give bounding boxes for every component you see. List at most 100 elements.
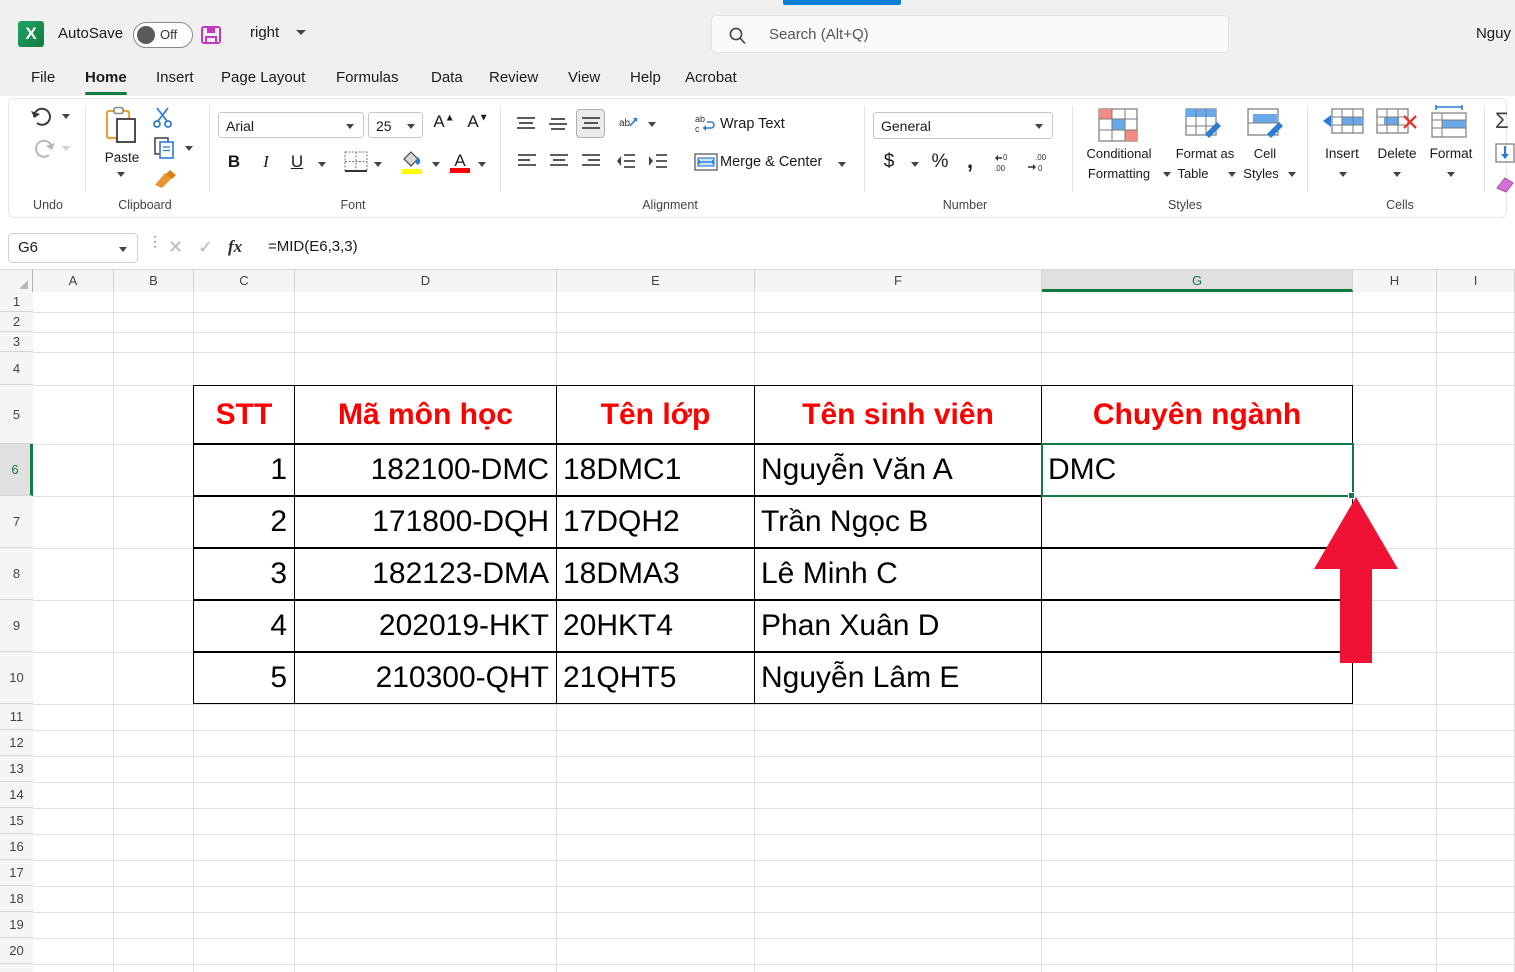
row-header-5[interactable]: 5: [0, 385, 33, 444]
column-header-d[interactable]: D: [295, 270, 557, 292]
tab-data[interactable]: Data: [422, 65, 472, 90]
cell-styles-button-line1[interactable]: Cell: [1236, 146, 1294, 161]
chevron-down-icon[interactable]: [296, 30, 306, 35]
column-header-b[interactable]: B: [114, 270, 194, 292]
table-row[interactable]: Phan Xuân D: [754, 600, 1042, 652]
currency-dropdown-chevron-icon[interactable]: [911, 162, 919, 167]
undo-icon[interactable]: [28, 104, 58, 135]
fill-down-icon[interactable]: [1495, 143, 1515, 168]
column-header-h[interactable]: H: [1353, 270, 1437, 292]
spreadsheet-grid[interactable]: STT Mã môn học Tên lớp Tên sinh viên Chu…: [0, 270, 1515, 972]
table-row[interactable]: 2: [193, 496, 295, 548]
row-header-18[interactable]: 18: [0, 886, 33, 912]
insert-cells-icon[interactable]: [1322, 108, 1364, 145]
merge-center-icon[interactable]: [694, 152, 718, 177]
row-header-3[interactable]: 3: [0, 332, 33, 352]
table-row[interactable]: Nguyễn Văn A: [754, 444, 1042, 496]
currency-format-button[interactable]: $: [877, 151, 901, 173]
comma-style-button[interactable]: ,: [960, 148, 980, 174]
row-header-10[interactable]: 10: [0, 652, 33, 704]
copy-icon[interactable]: [153, 136, 177, 165]
row-header-11[interactable]: 11: [0, 704, 33, 730]
table-row[interactable]: 21QHT5: [556, 652, 755, 704]
percent-format-button[interactable]: %: [928, 151, 952, 173]
tab-formulas[interactable]: Formulas: [327, 65, 408, 90]
font-color-dropdown-chevron-icon[interactable]: [478, 162, 486, 167]
fill-color-dropdown-chevron-icon[interactable]: [432, 162, 440, 167]
column-header-g[interactable]: G: [1042, 270, 1353, 292]
table-row[interactable]: 5: [193, 652, 295, 704]
borders-icon[interactable]: [344, 151, 368, 178]
bold-button[interactable]: B: [222, 152, 246, 172]
table-row[interactable]: [1041, 652, 1353, 704]
table-row[interactable]: 171800-DQH: [294, 496, 557, 548]
orientation-icon[interactable]: ab: [617, 114, 639, 139]
column-header-a[interactable]: A: [33, 270, 114, 292]
row-header-13[interactable]: 13: [0, 756, 33, 782]
row-header-12[interactable]: 12: [0, 730, 33, 756]
conditional-formatting-button-line2[interactable]: Formatting: [1078, 166, 1160, 181]
table-row[interactable]: 1: [193, 444, 295, 496]
delete-chevron-icon[interactable]: [1393, 172, 1401, 177]
tab-acrobat[interactable]: Acrobat: [676, 65, 746, 90]
column-header-c[interactable]: C: [194, 270, 295, 292]
decrease-font-size-button[interactable]: A▼: [466, 112, 490, 132]
table-row[interactable]: 202019-HKT: [294, 600, 557, 652]
save-icon[interactable]: [200, 24, 222, 46]
undo-dropdown-chevron-icon[interactable]: [62, 114, 70, 119]
format-as-table-button-line2[interactable]: Table: [1160, 166, 1226, 181]
conditional-formatting-button-line1[interactable]: Conditional: [1078, 146, 1160, 161]
cell-styles-icon[interactable]: [1247, 108, 1285, 147]
table-row[interactable]: Nguyễn Lâm E: [754, 652, 1042, 704]
table-row[interactable]: 4: [193, 600, 295, 652]
table-header-chuyen-nganh[interactable]: Chuyên ngành: [1041, 385, 1353, 444]
wrap-text-button[interactable]: Wrap Text: [720, 116, 830, 132]
merge-dropdown-chevron-icon[interactable]: [838, 162, 846, 167]
row-header-15[interactable]: 15: [0, 808, 33, 834]
row-header-4[interactable]: 4: [0, 352, 33, 385]
table-row[interactable]: [1041, 600, 1353, 652]
table-row[interactable]: 20HKT4: [556, 600, 755, 652]
row-header-16[interactable]: 16: [0, 834, 33, 860]
italic-button[interactable]: I: [254, 152, 278, 172]
row-header-2[interactable]: 2: [0, 312, 33, 332]
table-row[interactable]: 182100-DMC: [294, 444, 557, 496]
table-header-ma-mon-hoc[interactable]: Mã môn học: [294, 385, 557, 444]
font-size-combobox[interactable]: 25: [368, 112, 423, 138]
align-left-icon[interactable]: [516, 152, 538, 175]
increase-indent-icon[interactable]: [647, 152, 669, 175]
decrease-decimal-icon[interactable]: .00 0: [1026, 151, 1052, 178]
font-name-combobox[interactable]: Arial: [218, 112, 364, 138]
align-center-icon[interactable]: [548, 152, 570, 175]
underline-button[interactable]: U: [285, 152, 309, 172]
row-header-14[interactable]: 14: [0, 782, 33, 808]
row-header-21[interactable]: 21: [0, 964, 33, 972]
table-header-stt[interactable]: STT: [193, 385, 295, 444]
row-header-19[interactable]: 19: [0, 912, 33, 938]
delete-cells-icon[interactable]: [1376, 108, 1418, 145]
table-header-ten-sinh-vien[interactable]: Tên sinh viên: [754, 385, 1042, 444]
autosave-toggle[interactable]: Off: [133, 22, 193, 48]
decrease-indent-icon[interactable]: [615, 152, 637, 175]
table-row[interactable]: 3: [193, 548, 295, 600]
row-header-17[interactable]: 17: [0, 860, 33, 886]
copy-dropdown-chevron-icon[interactable]: [185, 146, 193, 151]
insert-chevron-icon[interactable]: [1339, 172, 1347, 177]
column-header-f[interactable]: F: [755, 270, 1042, 292]
fill-color-icon[interactable]: [400, 149, 424, 180]
format-cells-icon[interactable]: [1428, 105, 1470, 146]
table-row[interactable]: Trần Ngọc B: [754, 496, 1042, 548]
borders-dropdown-chevron-icon[interactable]: [374, 162, 382, 167]
increase-font-size-button[interactable]: A▲: [432, 112, 456, 132]
align-bottom-icon[interactable]: [576, 109, 605, 138]
conditional-formatting-icon[interactable]: [1098, 108, 1138, 147]
row-header-20[interactable]: 20: [0, 938, 33, 964]
row-header-6[interactable]: 6: [0, 444, 33, 496]
wrap-text-icon[interactable]: ab c: [694, 113, 716, 140]
clear-eraser-icon[interactable]: [1495, 174, 1515, 199]
table-row[interactable]: 182123-DMA: [294, 548, 557, 600]
autosum-icon[interactable]: Σ: [1495, 108, 1509, 134]
delete-cells-button[interactable]: Delete: [1367, 146, 1427, 161]
font-color-icon[interactable]: A: [449, 149, 471, 180]
column-header-i[interactable]: I: [1437, 270, 1515, 292]
